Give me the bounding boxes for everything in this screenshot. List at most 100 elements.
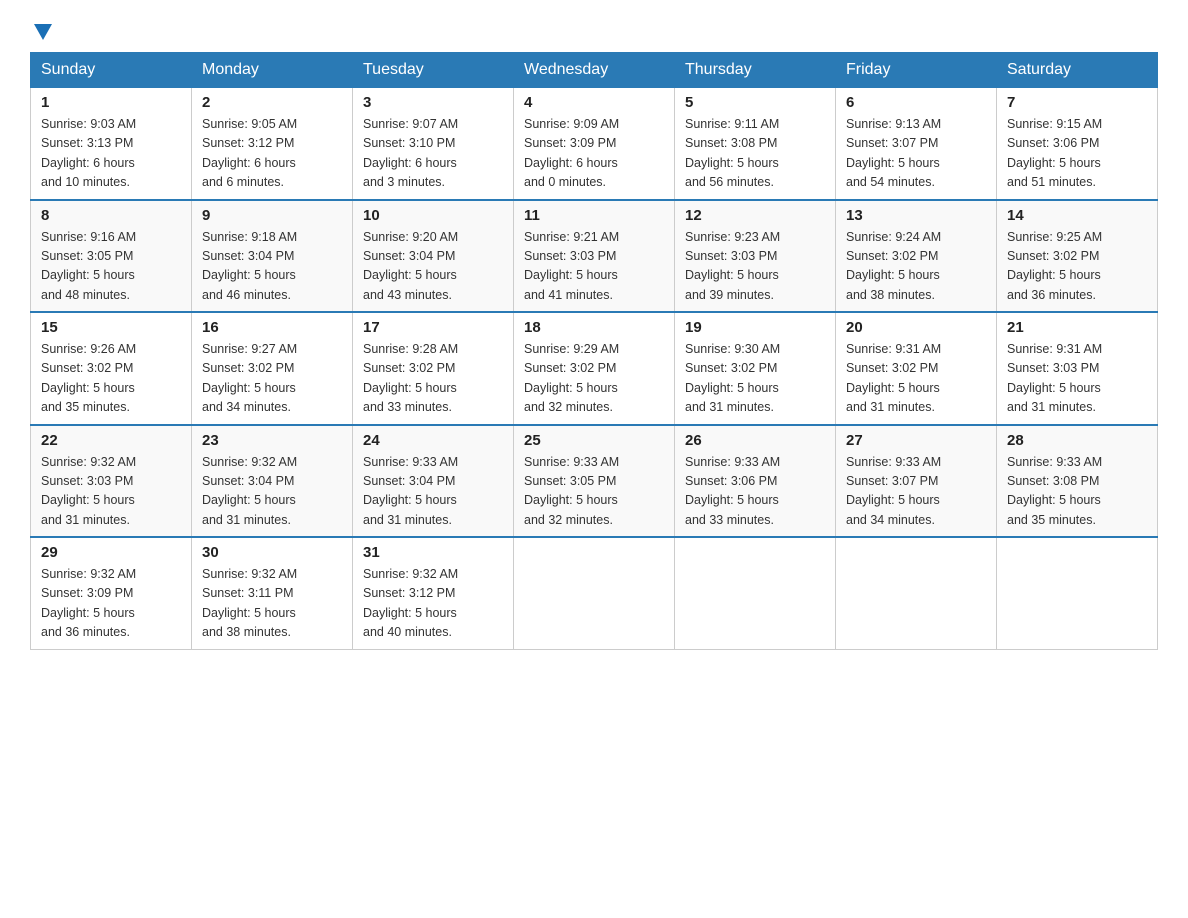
day-info: Sunrise: 9:33 AMSunset: 3:05 PMDaylight:… bbox=[524, 453, 664, 531]
day-number: 3 bbox=[363, 94, 503, 111]
day-info: Sunrise: 9:32 AMSunset: 3:12 PMDaylight:… bbox=[363, 565, 503, 643]
day-number: 31 bbox=[363, 544, 503, 561]
day-info: Sunrise: 9:26 AMSunset: 3:02 PMDaylight:… bbox=[41, 340, 181, 418]
logo-triangle-icon bbox=[32, 20, 54, 42]
weekday-header-row: SundayMondayTuesdayWednesdayThursdayFrid… bbox=[31, 53, 1158, 88]
day-info: Sunrise: 9:18 AMSunset: 3:04 PMDaylight:… bbox=[202, 228, 342, 306]
day-number: 20 bbox=[846, 319, 986, 336]
day-number: 28 bbox=[1007, 432, 1147, 449]
calendar-cell: 3 Sunrise: 9:07 AMSunset: 3:10 PMDaylight… bbox=[353, 88, 514, 200]
day-info: Sunrise: 9:15 AMSunset: 3:06 PMDaylight:… bbox=[1007, 115, 1147, 193]
calendar-cell: 30 Sunrise: 9:32 AMSunset: 3:11 PMDayligh… bbox=[192, 537, 353, 649]
weekday-header: Friday bbox=[836, 53, 997, 88]
day-number: 27 bbox=[846, 432, 986, 449]
calendar-cell: 7 Sunrise: 9:15 AMSunset: 3:06 PMDaylight… bbox=[997, 88, 1158, 200]
calendar-cell: 17 Sunrise: 9:28 AMSunset: 3:02 PMDayligh… bbox=[353, 312, 514, 425]
calendar-cell: 18 Sunrise: 9:29 AMSunset: 3:02 PMDayligh… bbox=[514, 312, 675, 425]
day-info: Sunrise: 9:30 AMSunset: 3:02 PMDaylight:… bbox=[685, 340, 825, 418]
calendar-cell: 14 Sunrise: 9:25 AMSunset: 3:02 PMDayligh… bbox=[997, 200, 1158, 313]
day-number: 19 bbox=[685, 319, 825, 336]
logo bbox=[30, 20, 54, 42]
calendar-cell: 27 Sunrise: 9:33 AMSunset: 3:07 PMDayligh… bbox=[836, 425, 997, 538]
day-info: Sunrise: 9:21 AMSunset: 3:03 PMDaylight:… bbox=[524, 228, 664, 306]
day-number: 18 bbox=[524, 319, 664, 336]
weekday-header: Thursday bbox=[675, 53, 836, 88]
day-number: 1 bbox=[41, 94, 181, 111]
day-info: Sunrise: 9:25 AMSunset: 3:02 PMDaylight:… bbox=[1007, 228, 1147, 306]
day-info: Sunrise: 9:32 AMSunset: 3:03 PMDaylight:… bbox=[41, 453, 181, 531]
weekday-header: Tuesday bbox=[353, 53, 514, 88]
calendar-cell: 28 Sunrise: 9:33 AMSunset: 3:08 PMDayligh… bbox=[997, 425, 1158, 538]
day-number: 26 bbox=[685, 432, 825, 449]
page-header bbox=[30, 20, 1158, 42]
day-number: 6 bbox=[846, 94, 986, 111]
calendar-cell: 10Sunrise: 9:20 AMSunset: 3:04 PMDayligh… bbox=[353, 200, 514, 313]
weekday-header: Sunday bbox=[31, 53, 192, 88]
day-info: Sunrise: 9:11 AMSunset: 3:08 PMDaylight:… bbox=[685, 115, 825, 193]
day-info: Sunrise: 9:24 AMSunset: 3:02 PMDaylight:… bbox=[846, 228, 986, 306]
day-number: 12 bbox=[685, 207, 825, 224]
day-info: Sunrise: 9:28 AMSunset: 3:02 PMDaylight:… bbox=[363, 340, 503, 418]
calendar-week-row: 15 Sunrise: 9:26 AMSunset: 3:02 PMDayligh… bbox=[31, 312, 1158, 425]
calendar-cell bbox=[836, 537, 997, 649]
day-info: Sunrise: 9:33 AMSunset: 3:04 PMDaylight:… bbox=[363, 453, 503, 531]
day-number: 23 bbox=[202, 432, 342, 449]
calendar-cell: 1 Sunrise: 9:03 AMSunset: 3:13 PMDaylight… bbox=[31, 88, 192, 200]
day-info: Sunrise: 9:05 AMSunset: 3:12 PMDaylight:… bbox=[202, 115, 342, 193]
weekday-header: Wednesday bbox=[514, 53, 675, 88]
calendar-cell bbox=[514, 537, 675, 649]
day-info: Sunrise: 9:31 AMSunset: 3:03 PMDaylight:… bbox=[1007, 340, 1147, 418]
day-number: 7 bbox=[1007, 94, 1147, 111]
calendar-cell: 31 Sunrise: 9:32 AMSunset: 3:12 PMDayligh… bbox=[353, 537, 514, 649]
calendar-cell: 16Sunrise: 9:27 AMSunset: 3:02 PMDayligh… bbox=[192, 312, 353, 425]
day-number: 17 bbox=[363, 319, 503, 336]
calendar-cell bbox=[997, 537, 1158, 649]
day-info: Sunrise: 9:07 AMSunset: 3:10 PMDaylight:… bbox=[363, 115, 503, 193]
calendar-cell: 19 Sunrise: 9:30 AMSunset: 3:02 PMDayligh… bbox=[675, 312, 836, 425]
day-info: Sunrise: 9:16 AMSunset: 3:05 PMDaylight:… bbox=[41, 228, 181, 306]
day-info: Sunrise: 9:32 AMSunset: 3:11 PMDaylight:… bbox=[202, 565, 342, 643]
day-info: Sunrise: 9:32 AMSunset: 3:04 PMDaylight:… bbox=[202, 453, 342, 531]
day-number: 15 bbox=[41, 319, 181, 336]
day-info: Sunrise: 9:03 AMSunset: 3:13 PMDaylight:… bbox=[41, 115, 181, 193]
calendar-cell: 29 Sunrise: 9:32 AMSunset: 3:09 PMDayligh… bbox=[31, 537, 192, 649]
calendar-cell: 12 Sunrise: 9:23 AMSunset: 3:03 PMDayligh… bbox=[675, 200, 836, 313]
calendar-cell: 26 Sunrise: 9:33 AMSunset: 3:06 PMDayligh… bbox=[675, 425, 836, 538]
day-number: 9 bbox=[202, 207, 342, 224]
day-info: Sunrise: 9:13 AMSunset: 3:07 PMDaylight:… bbox=[846, 115, 986, 193]
day-number: 10 bbox=[363, 207, 503, 224]
day-number: 24 bbox=[363, 432, 503, 449]
day-number: 30 bbox=[202, 544, 342, 561]
calendar-cell: 15 Sunrise: 9:26 AMSunset: 3:02 PMDayligh… bbox=[31, 312, 192, 425]
day-info: Sunrise: 9:33 AMSunset: 3:06 PMDaylight:… bbox=[685, 453, 825, 531]
day-number: 25 bbox=[524, 432, 664, 449]
day-info: Sunrise: 9:27 AMSunset: 3:02 PMDaylight:… bbox=[202, 340, 342, 418]
day-number: 11 bbox=[524, 207, 664, 224]
day-number: 5 bbox=[685, 94, 825, 111]
day-info: Sunrise: 9:32 AMSunset: 3:09 PMDaylight:… bbox=[41, 565, 181, 643]
calendar-cell: 9 Sunrise: 9:18 AMSunset: 3:04 PMDaylight… bbox=[192, 200, 353, 313]
day-number: 13 bbox=[846, 207, 986, 224]
logo-general-line bbox=[30, 20, 54, 42]
day-info: Sunrise: 9:29 AMSunset: 3:02 PMDaylight:… bbox=[524, 340, 664, 418]
calendar-cell: 6 Sunrise: 9:13 AMSunset: 3:07 PMDaylight… bbox=[836, 88, 997, 200]
weekday-header: Saturday bbox=[997, 53, 1158, 88]
day-info: Sunrise: 9:33 AMSunset: 3:07 PMDaylight:… bbox=[846, 453, 986, 531]
calendar-cell: 4Sunrise: 9:09 AMSunset: 3:09 PMDaylight… bbox=[514, 88, 675, 200]
calendar-cell: 11 Sunrise: 9:21 AMSunset: 3:03 PMDayligh… bbox=[514, 200, 675, 313]
calendar-table: SundayMondayTuesdayWednesdayThursdayFrid… bbox=[30, 52, 1158, 650]
day-number: 21 bbox=[1007, 319, 1147, 336]
calendar-cell: 13 Sunrise: 9:24 AMSunset: 3:02 PMDayligh… bbox=[836, 200, 997, 313]
day-number: 22 bbox=[41, 432, 181, 449]
day-number: 14 bbox=[1007, 207, 1147, 224]
day-info: Sunrise: 9:23 AMSunset: 3:03 PMDaylight:… bbox=[685, 228, 825, 306]
day-info: Sunrise: 9:31 AMSunset: 3:02 PMDaylight:… bbox=[846, 340, 986, 418]
day-number: 29 bbox=[41, 544, 181, 561]
calendar-cell bbox=[675, 537, 836, 649]
calendar-cell: 25 Sunrise: 9:33 AMSunset: 3:05 PMDayligh… bbox=[514, 425, 675, 538]
calendar-week-row: 29 Sunrise: 9:32 AMSunset: 3:09 PMDayligh… bbox=[31, 537, 1158, 649]
calendar-week-row: 1 Sunrise: 9:03 AMSunset: 3:13 PMDaylight… bbox=[31, 88, 1158, 200]
day-info: Sunrise: 9:09 AMSunset: 3:09 PMDaylight:… bbox=[524, 115, 664, 193]
calendar-cell: 20 Sunrise: 9:31 AMSunset: 3:02 PMDayligh… bbox=[836, 312, 997, 425]
day-info: Sunrise: 9:33 AMSunset: 3:08 PMDaylight:… bbox=[1007, 453, 1147, 531]
